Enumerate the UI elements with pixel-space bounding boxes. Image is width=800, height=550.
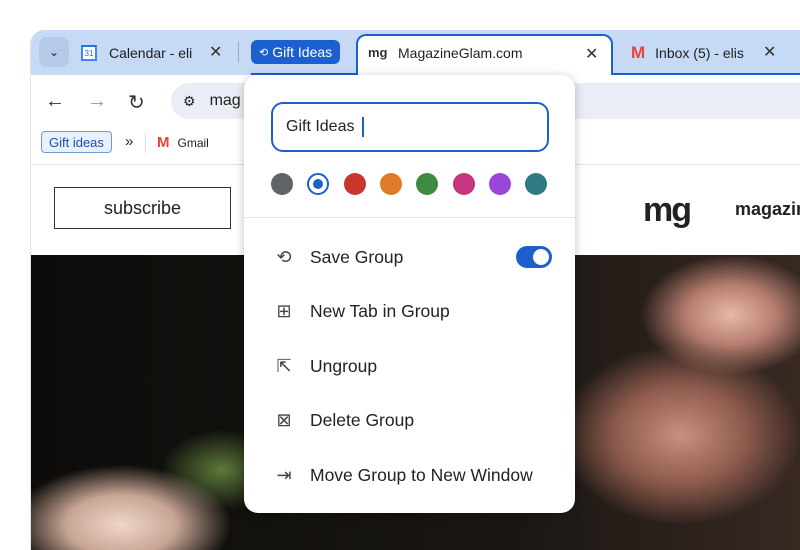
url-text: mag bbox=[209, 92, 241, 109]
group-name-value: Gift Ideas bbox=[286, 118, 355, 135]
color-swatch-red[interactable] bbox=[343, 173, 366, 195]
bookmark-group-chip[interactable]: Gift ideas bbox=[41, 131, 112, 153]
text-caret bbox=[362, 117, 364, 137]
color-swatch-purple[interactable] bbox=[488, 173, 511, 195]
reload-icon[interactable]: ↻ bbox=[128, 90, 145, 115]
site-logo-text: magazin bbox=[735, 199, 800, 219]
tab-title: MagazineGlam.com bbox=[398, 45, 523, 61]
site-logo[interactable]: mg bbox=[643, 191, 692, 230]
gmail-icon: M bbox=[631, 43, 646, 62]
calendar-icon: 31 bbox=[81, 45, 97, 61]
move-window-icon: ⇥ bbox=[276, 464, 292, 485]
tab-separator bbox=[238, 42, 239, 62]
forward-icon[interactable]: → bbox=[87, 90, 107, 113]
color-swatch-orange[interactable] bbox=[379, 173, 402, 195]
menu-item-label: Save Group bbox=[310, 246, 404, 267]
tab-strip: ⌄ 31 Calendar - eli ✕ ⟲ Gift Ideas mg Mag… bbox=[31, 30, 800, 77]
new-tab-icon: ⊞ bbox=[276, 300, 292, 321]
gmail-icon: M bbox=[157, 134, 170, 151]
bookmark-gmail[interactable]: M Gmail bbox=[157, 134, 209, 151]
color-swatch-teal[interactable] bbox=[525, 173, 548, 195]
tab-magazineglam[interactable]: mg MagazineGlam.com ✕ bbox=[356, 34, 613, 77]
menu-item-save-group[interactable]: ⟲ Save Group bbox=[272, 242, 552, 272]
color-swatch-green[interactable] bbox=[416, 173, 439, 195]
delete-group-icon: ⊠ bbox=[276, 409, 292, 430]
mg-favicon: mg bbox=[368, 45, 388, 60]
menu-item-label: New Tab in Group bbox=[310, 300, 450, 321]
tab-inbox[interactable]: M Inbox (5) - elis bbox=[631, 38, 745, 68]
subscribe-button[interactable]: subscribe bbox=[54, 187, 231, 229]
tab-group-editor-menu: Gift Ideas ⟲ Save Group ⊞ New Tab in Group… bbox=[244, 75, 575, 513]
save-group-toggle[interactable] bbox=[516, 246, 552, 268]
ungroup-icon: ⇱ bbox=[276, 355, 292, 376]
bookmarks-overflow-icon[interactable]: » bbox=[125, 133, 133, 150]
group-name-input[interactable]: Gift Ideas bbox=[271, 102, 549, 152]
color-swatch-blue[interactable] bbox=[307, 173, 330, 195]
tab-group-chip[interactable]: ⟲ Gift Ideas bbox=[251, 40, 341, 64]
tab-calendar[interactable]: 31 Calendar - eli bbox=[81, 38, 194, 68]
close-tab-icon[interactable]: ✕ bbox=[763, 42, 776, 62]
chevron-down-icon: ⌄ bbox=[48, 45, 60, 59]
tab-search-button[interactable]: ⌄ bbox=[39, 37, 69, 67]
menu-item-delete-group[interactable]: ⊠ Delete Group bbox=[272, 405, 552, 435]
menu-item-new-tab-in-group[interactable]: ⊞ New Tab in Group bbox=[272, 296, 552, 326]
tab-title: Calendar - eli bbox=[109, 45, 193, 61]
back-icon[interactable]: ← bbox=[45, 90, 65, 113]
tab-group-label: Gift Ideas bbox=[272, 44, 333, 60]
color-swatch-grey[interactable] bbox=[271, 173, 293, 195]
menu-item-label: Ungroup bbox=[310, 355, 378, 376]
menu-item-move-group[interactable]: ⇥ Move Group to New Window bbox=[272, 460, 552, 490]
site-settings-icon[interactable]: ⚙ bbox=[183, 93, 196, 110]
menu-item-ungroup[interactable]: ⇱ Ungroup bbox=[272, 351, 552, 381]
close-tab-icon[interactable]: ✕ bbox=[585, 44, 598, 64]
color-swatch-pink[interactable] bbox=[452, 173, 475, 195]
menu-item-label: Move Group to New Window bbox=[310, 464, 533, 485]
bookmark-label: Gmail bbox=[177, 135, 209, 150]
sync-icon: ⟲ bbox=[259, 46, 269, 59]
bookmark-separator bbox=[145, 133, 146, 153]
menu-item-label: Delete Group bbox=[310, 409, 415, 430]
tab-title: Inbox (5) - elis bbox=[655, 45, 744, 61]
close-tab-icon[interactable]: ✕ bbox=[209, 42, 222, 62]
sync-icon: ⟲ bbox=[276, 246, 292, 267]
menu-divider bbox=[244, 217, 575, 218]
